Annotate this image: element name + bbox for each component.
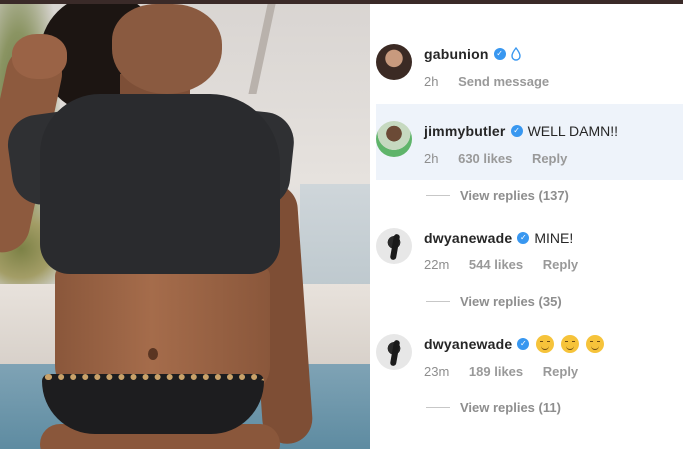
avatar[interactable] xyxy=(376,228,412,264)
relieved-face-icon xyxy=(561,335,580,353)
figure-left-hand xyxy=(12,34,67,79)
figure-face xyxy=(112,4,222,94)
verified-badge-icon: ✓ xyxy=(510,125,523,137)
divider xyxy=(426,301,450,302)
avatar[interactable] xyxy=(376,121,412,157)
comment-text: WELL DAMN!! xyxy=(527,123,619,139)
view-replies-label: View replies (11) xyxy=(460,400,561,415)
figure-navel xyxy=(148,348,158,360)
comment-line: dwyanewade ✓ MINE! xyxy=(424,230,573,246)
water-drop-icon xyxy=(510,47,521,61)
author-line: gabunion ✓ xyxy=(424,46,521,62)
comment-meta: 2h 630 likes Reply xyxy=(424,151,583,166)
likes-count[interactable]: 630 likes xyxy=(458,151,512,166)
highlighted-comment-bg xyxy=(376,104,683,180)
verified-badge-icon: ✓ xyxy=(517,232,530,244)
relieved-face-icon xyxy=(586,335,605,353)
avatar[interactable] xyxy=(376,44,412,80)
view-replies-label: View replies (35) xyxy=(460,294,562,309)
divider xyxy=(426,407,450,408)
username[interactable]: dwyanewade xyxy=(424,230,512,246)
comments-panel: gabunion ✓ 2h Send message jimmybutler ✓… xyxy=(370,4,683,449)
verified-badge-icon: ✓ xyxy=(493,48,506,60)
author-meta: 2h Send message xyxy=(424,74,565,89)
reply-button[interactable]: Reply xyxy=(532,151,567,166)
reply-button[interactable]: Reply xyxy=(543,257,578,272)
view-replies-link[interactable]: View replies (11) xyxy=(426,400,561,415)
username[interactable]: gabunion xyxy=(424,46,489,62)
verified-badge-icon: ✓ xyxy=(517,338,530,350)
view-replies-link[interactable]: View replies (137) xyxy=(426,188,569,203)
likes-count[interactable]: 544 likes xyxy=(469,257,523,272)
likes-count[interactable]: 189 likes xyxy=(469,364,523,379)
post-photo xyxy=(0,4,370,449)
comment-time: 2h xyxy=(424,151,439,166)
comment-line: dwyanewade ✓ xyxy=(424,335,605,353)
comment-meta: 23m 189 likes Reply xyxy=(424,364,594,379)
comment-time: 22m xyxy=(424,257,450,272)
comment-line: jimmybutler ✓ WELL DAMN!! xyxy=(424,123,618,139)
username[interactable]: dwyanewade xyxy=(424,336,512,352)
figure-swim-bottom xyxy=(42,374,264,434)
post-time: 2h xyxy=(424,74,439,89)
reply-button[interactable]: Reply xyxy=(543,364,578,379)
view-replies-label: View replies (137) xyxy=(460,188,569,203)
send-message-button[interactable]: Send message xyxy=(458,74,549,89)
username[interactable]: jimmybutler xyxy=(424,123,506,139)
comment-text: MINE! xyxy=(534,230,574,246)
relieved-face-icon xyxy=(536,335,555,353)
comment-meta: 22m 544 likes Reply xyxy=(424,257,594,272)
background-pole xyxy=(248,4,276,94)
figure-crop-top xyxy=(40,94,280,274)
comment-time: 23m xyxy=(424,364,450,379)
divider xyxy=(426,195,450,196)
avatar[interactable] xyxy=(376,334,412,370)
view-replies-link[interactable]: View replies (35) xyxy=(426,294,562,309)
